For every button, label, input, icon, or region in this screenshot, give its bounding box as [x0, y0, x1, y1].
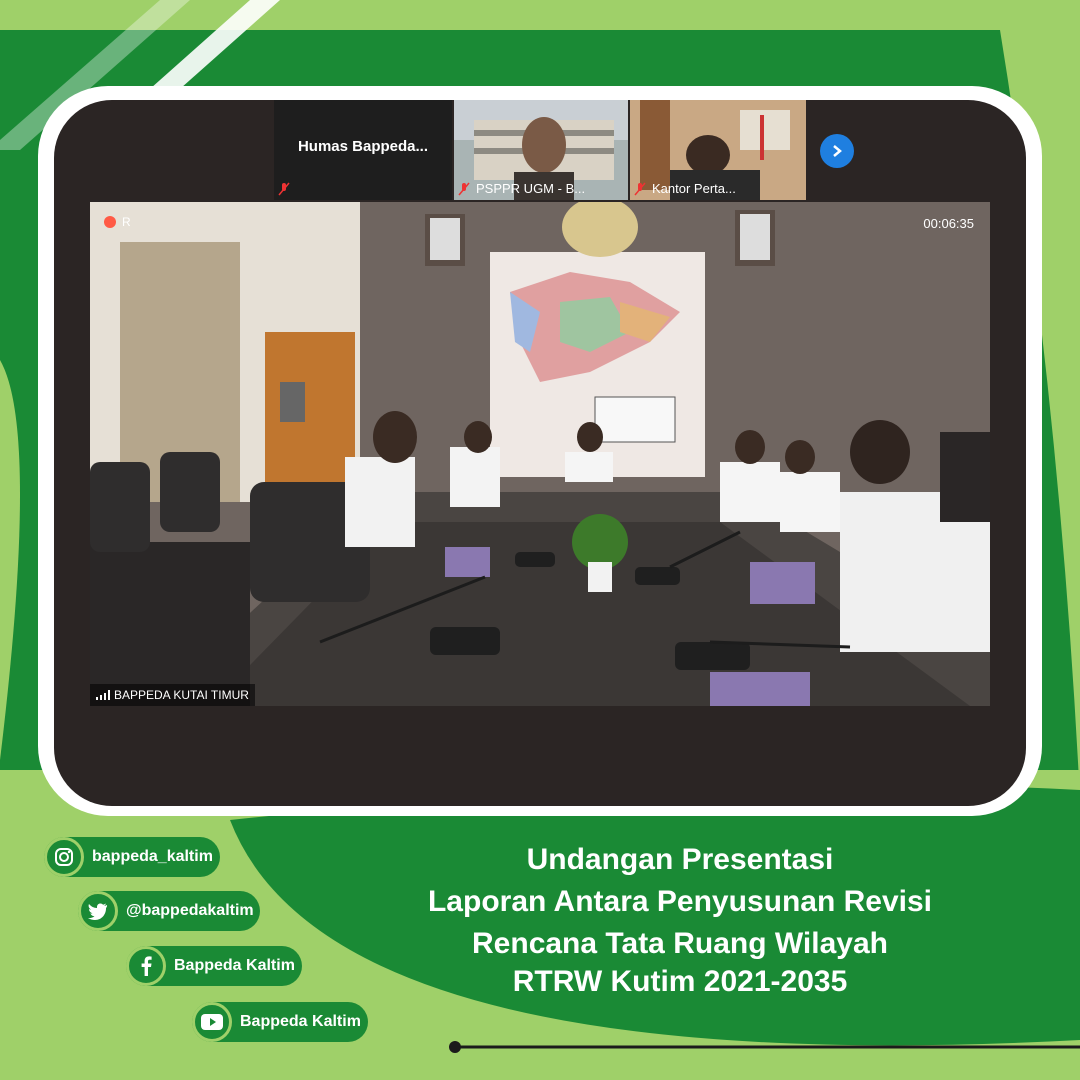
- chevron-right-icon: [833, 145, 842, 157]
- mic-muted-icon: [634, 182, 646, 196]
- meeting-room-scene: [90, 202, 990, 706]
- social-facebook[interactable]: Bappeda Kaltim: [126, 946, 302, 986]
- headline-line-3: Rencana Tata Ruang Wilayah: [472, 927, 888, 960]
- main-video-feed[interactable]: R 00:06:35 BAPPEDA KUTAI TIMUR: [90, 202, 990, 706]
- next-page-button[interactable]: [820, 134, 854, 168]
- instagram-icon: [44, 837, 84, 877]
- speaker-name-tag: BAPPEDA KUTAI TIMUR: [90, 684, 255, 706]
- youtube-icon: [192, 1002, 232, 1042]
- participant-name-large: Humas Bappeda...: [297, 138, 429, 155]
- twitter-icon: [78, 891, 118, 931]
- headline-line-1: Undangan Presentasi: [526, 843, 834, 876]
- social-handle: Bappeda Kaltim: [240, 1013, 361, 1030]
- participant-name: PSPPR UGM - B...: [476, 181, 586, 196]
- speaker-name: BAPPEDA KUTAI TIMUR: [114, 688, 249, 702]
- social-youtube[interactable]: Bappeda Kaltim: [192, 1002, 368, 1042]
- meeting-timer: 00:06:35: [923, 216, 974, 231]
- participant-tile[interactable]: PSPPR UGM - B...: [454, 100, 628, 200]
- video-call-screenshot: Humas Bappeda... PSPPR UGM - B... Kantor…: [54, 100, 1026, 806]
- participant-name: Kantor Perta...: [652, 181, 736, 196]
- mic-muted-icon: [458, 182, 470, 196]
- recording-label: R: [122, 215, 131, 229]
- participant-tile[interactable]: Kantor Perta...: [630, 100, 806, 200]
- headline-line-4: RTRW Kutim 2021-2035: [512, 965, 848, 998]
- signal-strength-icon: [96, 690, 110, 700]
- social-handle: bappeda_kaltim: [92, 848, 213, 865]
- social-instagram[interactable]: bappeda_kaltim: [44, 837, 220, 877]
- social-handle: @bappedakaltim: [126, 902, 254, 919]
- headline-line-2: Laporan Antara Penyusunan Revisi: [427, 885, 933, 918]
- mic-muted-icon: [278, 182, 290, 196]
- facebook-icon: [126, 946, 166, 986]
- participant-tile[interactable]: Humas Bappeda...: [274, 100, 452, 200]
- social-handle: Bappeda Kaltim: [174, 957, 295, 974]
- social-twitter[interactable]: @bappedakaltim: [78, 891, 260, 931]
- recording-icon: [104, 216, 116, 228]
